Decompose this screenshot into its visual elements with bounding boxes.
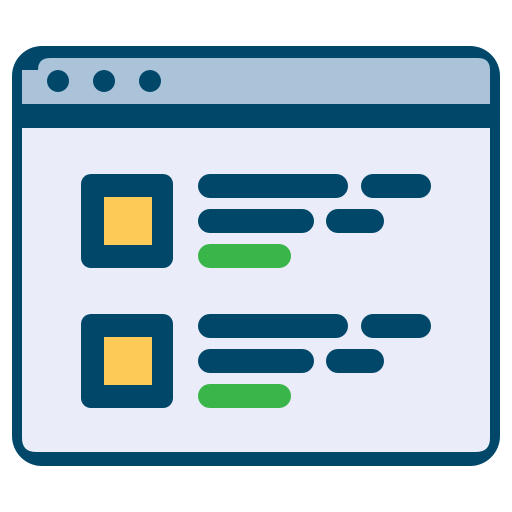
tag-pill [198, 384, 291, 408]
text-line [198, 209, 314, 233]
window-control-dot [47, 70, 69, 92]
window-control-dot [139, 70, 161, 92]
text-line [326, 349, 384, 373]
thumbnail-image [104, 337, 152, 385]
browser-window-list-icon [0, 0, 512, 512]
text-line [198, 174, 348, 198]
text-line [326, 209, 384, 233]
icon-canvas [12, 46, 500, 466]
text-line [198, 349, 314, 373]
text-line [361, 314, 431, 338]
tag-pill [198, 244, 291, 268]
title-bar [22, 58, 490, 104]
text-line [361, 174, 431, 198]
window-control-dot [93, 70, 115, 92]
thumbnail-image [104, 197, 152, 245]
text-line [198, 314, 348, 338]
